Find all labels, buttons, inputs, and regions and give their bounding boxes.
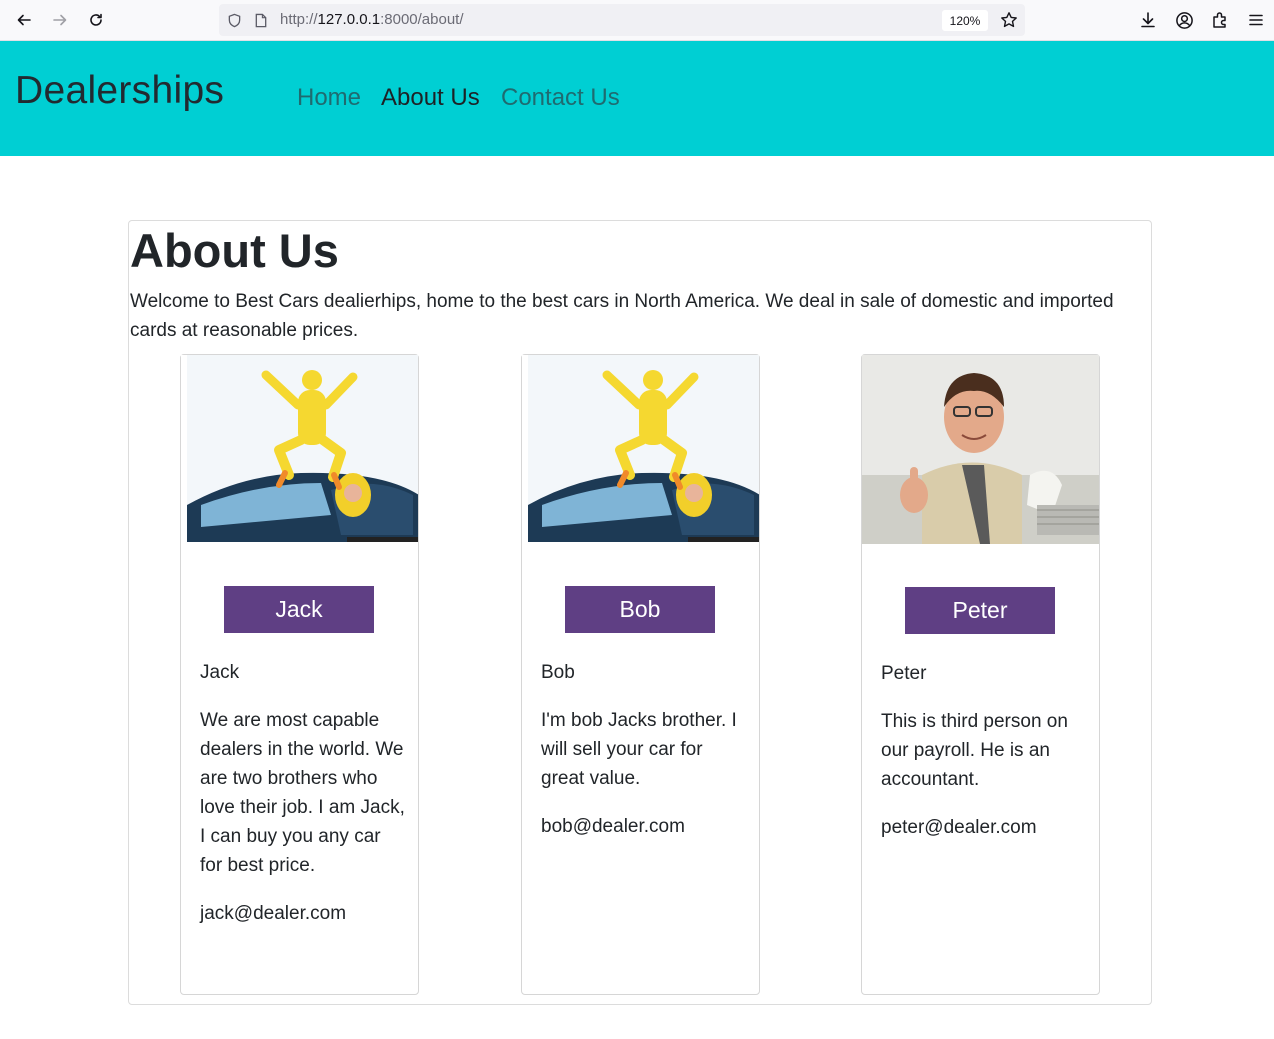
person-card-bob: Bob Bob I'm bob Jacks brother. I will se… (521, 354, 760, 995)
extensions-icon[interactable] (1209, 9, 1231, 31)
person-photo (181, 355, 418, 544)
download-icon[interactable] (1137, 9, 1159, 31)
site-navbar: Dealerships Home About Us Contact Us (0, 41, 1274, 156)
url-path: :8000/about/ (380, 11, 464, 28)
shield-icon[interactable] (226, 12, 242, 28)
bookmark-star-icon[interactable] (999, 10, 1019, 30)
url-text[interactable]: http://127.0.0.1:8000/about/ (280, 11, 464, 28)
browser-toolbar: http://127.0.0.1:8000/about/ 120% (0, 0, 1274, 41)
person-email: jack@dealer.com (200, 903, 347, 924)
person-name: Bob (541, 662, 575, 683)
back-arrow-icon[interactable] (12, 8, 36, 32)
person-card-body: Jack We are most capable dealers in the … (200, 658, 405, 947)
forward-arrow-icon[interactable] (48, 8, 72, 32)
person-name: Peter (881, 663, 927, 684)
reload-icon[interactable] (84, 8, 108, 32)
person-card-body: Peter This is third person on our payrol… (881, 659, 1086, 861)
nav-link-about-us[interactable]: About Us (381, 84, 480, 112)
url-host: 127.0.0.1 (317, 11, 381, 28)
nav-link-home[interactable]: Home (297, 84, 361, 112)
person-email: peter@dealer.com (881, 817, 1037, 838)
person-photo (522, 355, 759, 544)
about-card: About Us Welcome to Best Cars dealierhip… (128, 220, 1152, 1005)
person-name-button-bob[interactable]: Bob (565, 586, 715, 633)
person-name: Jack (200, 662, 240, 683)
page-title: About Us (130, 224, 339, 277)
person-photo (862, 355, 1099, 544)
person-card-body: Bob I'm bob Jacks brother. I will sell y… (541, 658, 746, 860)
person-description: This is third person on our payroll. He … (881, 711, 1068, 790)
address-bar[interactable]: http://127.0.0.1:8000/about/ 120% (219, 4, 1025, 36)
account-icon[interactable] (1173, 9, 1195, 31)
zoom-level-badge[interactable]: 120% (942, 10, 988, 31)
url-prefix: http:// (280, 11, 318, 28)
person-card-jack: Jack Jack We are most capable dealers in… (180, 354, 419, 995)
person-name-button-jack[interactable]: Jack (224, 586, 374, 633)
brand-logo-text[interactable]: Dealerships (15, 69, 224, 113)
menu-hamburger-icon[interactable] (1245, 9, 1267, 31)
person-description: I'm bob Jacks brother. I will sell your … (541, 710, 737, 789)
person-card-peter: Peter Peter This is third person on our … (861, 354, 1100, 995)
nav-link-contact-us[interactable]: Contact Us (501, 84, 620, 112)
person-name-button-peter[interactable]: Peter (905, 587, 1055, 634)
about-intro-text: Welcome to Best Cars dealierhips, home t… (130, 291, 1114, 341)
page-icon (253, 12, 269, 28)
person-description: We are most capable dealers in the world… (200, 710, 405, 876)
person-email: bob@dealer.com (541, 816, 685, 837)
